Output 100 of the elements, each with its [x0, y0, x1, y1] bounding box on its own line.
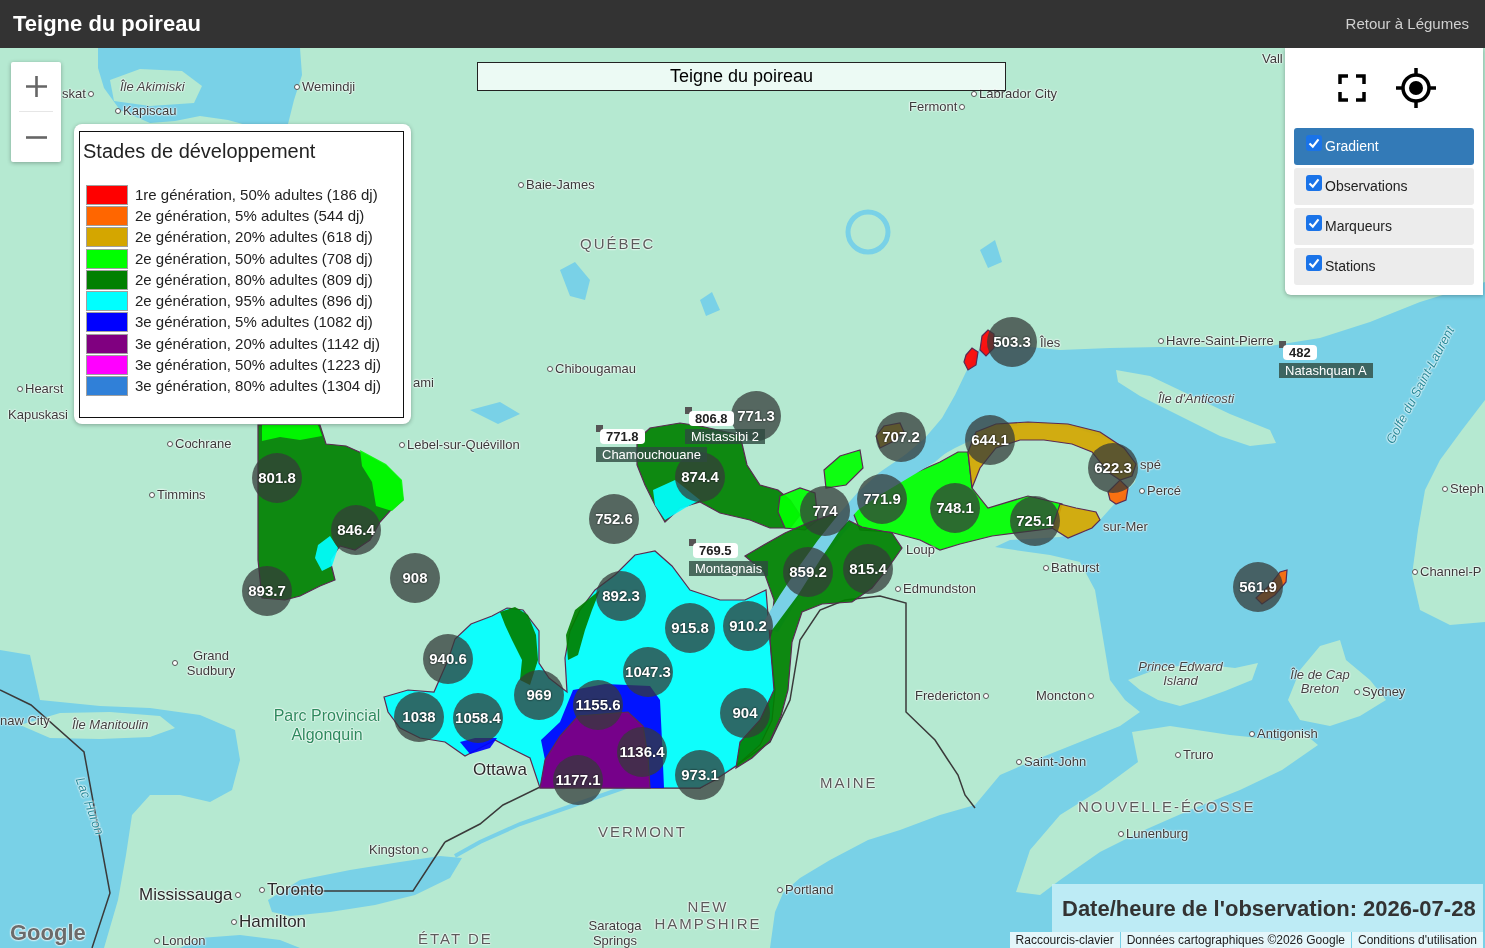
map-label: Truro [1183, 747, 1214, 762]
lake [470, 402, 520, 424]
map-label: Bathurst [1051, 560, 1100, 575]
station-marker-icon [689, 539, 696, 546]
map-label: Île Manitoulin [72, 718, 149, 732]
legend-label: 1re génération, 50% adultes (186 dj) [135, 185, 378, 204]
map-label: Toronto [267, 880, 324, 900]
map-label: Prince Edward Island [1137, 660, 1224, 688]
map-label: Île Akimiski [120, 80, 185, 94]
map-label: Edmundston [903, 581, 976, 596]
map-label: Kapuskasi [8, 407, 68, 422]
minus-icon [25, 135, 47, 139]
map-label: Île d'Anticosti [1158, 392, 1235, 406]
station-value: 806.8 [689, 411, 734, 426]
map-label: Fredericton [915, 688, 981, 703]
map-label: NOUVELLE-ÉCOSSE [1078, 798, 1256, 815]
map-label: Lebel-sur-Quévillon [407, 437, 520, 452]
map-label: Hamilton [239, 912, 307, 932]
legend-label: 3e génération, 5% adultes (1082 dj) [135, 313, 373, 332]
map-label: Hearst [25, 381, 64, 396]
map-label: Timmins [157, 487, 206, 502]
map-label: Parc Provincial Algonquin [272, 706, 382, 744]
map-label: naw City [0, 713, 50, 728]
crosshair-icon [1396, 68, 1436, 108]
map-label: Havre-Saint-Pierre [1166, 333, 1274, 348]
layer-toggle[interactable]: Stations [1294, 248, 1474, 285]
map-label: Lunenburg [1126, 826, 1189, 841]
attribution-link[interactable]: Données cartographiques ©2026 Google [1120, 932, 1351, 948]
layer-toggle[interactable]: Observations [1294, 168, 1474, 205]
attribution-link[interactable]: Conditions d'utilisation [1351, 932, 1483, 948]
observation-date: Date/heure de l'observation: 2026-07-28 [1052, 884, 1483, 932]
map-label: Loup [906, 542, 935, 557]
map-label: Mississauga [139, 885, 233, 905]
map-label: Grand Sudbury [185, 648, 237, 678]
stage-zone [963, 347, 979, 371]
legend-label: 2e génération, 5% adultes (544 dj) [135, 206, 365, 225]
map-label: Kingston [369, 842, 420, 857]
station-marker-icon [1279, 341, 1286, 348]
map-label: Saint-John [1024, 754, 1087, 769]
map-title: Teigne du poireau [477, 62, 1006, 91]
legend-label: 2e génération, 20% adultes (618 dj) [135, 228, 373, 247]
map-label: Ottawa [473, 760, 527, 780]
map-label: Steph [1450, 481, 1484, 496]
map-label: Saratoga Springs [587, 918, 643, 948]
legend-label: 2e génération, 50% adultes (708 dj) [135, 249, 373, 268]
map-label: Vall [1262, 51, 1283, 66]
legend-label: 3e génération, 80% adultes (1304 dj) [135, 377, 381, 396]
map-label: Lac Huron [72, 775, 108, 837]
map-label: ami [413, 375, 434, 390]
station-marker-icon [596, 425, 603, 432]
checkbox[interactable] [1306, 254, 1322, 271]
map-label: Sydney [1362, 684, 1406, 699]
map-label: MAINE [820, 774, 878, 791]
app-title: Teigne du poireau [13, 10, 201, 38]
attribution-link[interactable]: Raccourcis-clavier [1009, 932, 1120, 948]
map-label: Wemindji [302, 79, 356, 94]
map-label: Moncton [1036, 688, 1086, 703]
plus-icon [25, 76, 47, 97]
checkbox[interactable] [1306, 134, 1322, 151]
layer-toggle[interactable]: Gradient [1294, 128, 1474, 165]
legend-label: 3e génération, 50% adultes (1223 dj) [135, 356, 381, 374]
map-label: NEW HAMPSHIRE [653, 898, 763, 932]
google-logo: Google [10, 920, 86, 946]
station-name: Natashquan A [1279, 363, 1373, 378]
checkbox[interactable] [1306, 214, 1322, 231]
station-value: 769.5 [693, 543, 738, 558]
map-label: spé [1140, 457, 1161, 472]
map-label: sur-Mer [1103, 519, 1148, 534]
lake [560, 262, 590, 300]
legend-label: 2e génération, 95% adultes (896 dj) [135, 292, 373, 311]
map-label: London [162, 933, 206, 948]
station-value: 482 [1283, 345, 1317, 360]
station-name: Mistassibi 2 [685, 429, 765, 444]
station-marker-icon [685, 407, 692, 414]
legend-label: 3e génération, 20% adultes (1142 dj) [135, 334, 380, 353]
legend-title: Stades de développement [83, 139, 317, 163]
map-label: Cochrane [175, 436, 232, 451]
legend-label: 2e génération, 80% adultes (809 dj) [135, 270, 373, 289]
map-label: Fermont [909, 99, 958, 114]
station-name: Chamouchouane [596, 447, 708, 462]
fullscreen-icon [1338, 74, 1366, 102]
map-label: Channel-P [1420, 564, 1482, 579]
map-label: Îles [1040, 335, 1061, 350]
map-label: Baie-James [526, 177, 595, 192]
map-label: ÉTAT DE [418, 930, 493, 947]
map-label: VERMONT [598, 823, 687, 840]
fullscreen-button[interactable] [1338, 74, 1366, 102]
layer-toggle[interactable]: Marqueurs [1294, 208, 1474, 245]
back-link[interactable]: Retour à Légumes [1345, 14, 1469, 34]
station-name: Montagnais [689, 561, 769, 576]
checkbox[interactable] [1306, 174, 1322, 191]
map-label: Île de Cap Breton [1289, 668, 1351, 696]
map-label: Percé [1147, 483, 1181, 498]
map-label: Chibougamau [555, 361, 636, 376]
map-label: skat [62, 86, 86, 101]
lake [845, 209, 891, 255]
map-label: Kapiscau [123, 103, 177, 118]
lake [980, 240, 1002, 268]
locate-button[interactable] [1396, 68, 1436, 108]
lake [700, 292, 720, 316]
